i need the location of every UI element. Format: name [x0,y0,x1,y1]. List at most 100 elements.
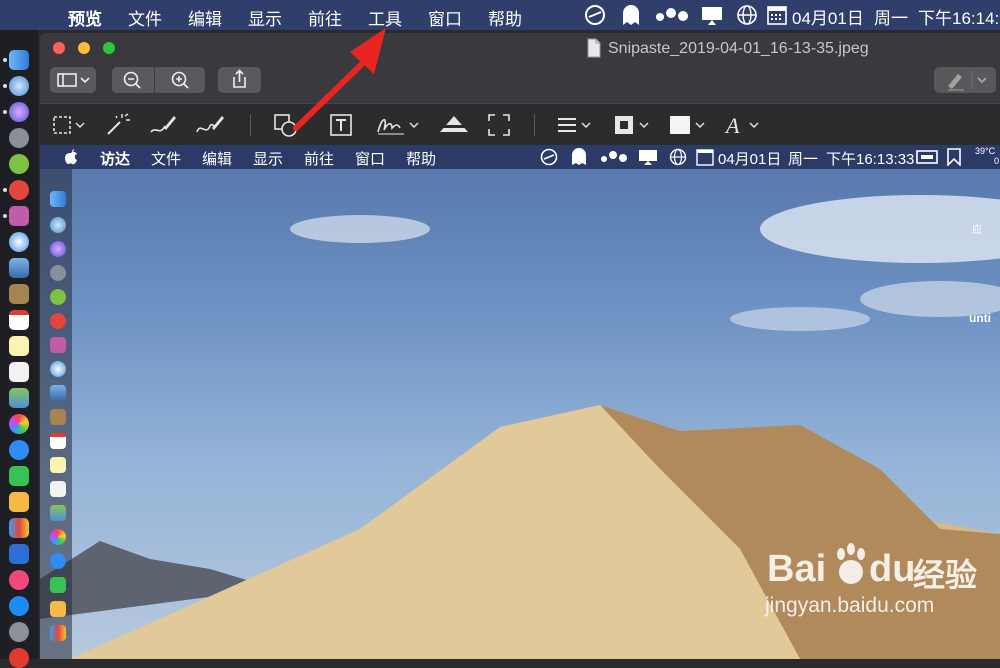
inner-menu-help: 帮助 [406,151,437,168]
annotation-arrow [293,28,386,131]
inner-ghost-icon [572,148,586,165]
keynote-icon[interactable] [9,544,29,564]
dots-status-icon[interactable] [655,6,689,24]
inner-menu-file: 文件 [151,151,182,168]
numbers-icon[interactable] [9,518,29,538]
zoom-out-button[interactable] [112,67,154,93]
inner-dock [40,169,72,659]
music-icon[interactable] [9,570,29,590]
border-color-icon[interactable] [612,112,654,138]
calendar-icon[interactable] [9,310,29,330]
siri-icon[interactable] [9,102,29,122]
close-button[interactable] [53,42,65,54]
inner-display-icon [639,150,657,165]
photos-icon[interactable] [9,414,29,434]
inner-ime-icon [916,150,938,164]
notes-icon[interactable] [9,336,29,356]
inner-calendar-app-icon [50,433,66,449]
app-store-globe-icon[interactable] [9,76,29,96]
inner-contacts-icon [50,409,66,425]
svg-text:A: A [724,113,740,138]
calendar-status-icon[interactable] [766,4,788,26]
launchpad-icon[interactable] [9,128,29,148]
system-preferences-icon[interactable] [9,622,29,642]
menu-edit[interactable]: 编辑 [188,5,222,30]
menu-help[interactable]: 帮助 [488,5,522,30]
menubar-weekday[interactable]: 周一 [874,4,908,29]
menubar-time[interactable]: 下午16:14: [918,4,999,29]
inner-apple-icon [65,149,77,165]
android-icon[interactable] [9,154,29,174]
inner-siri-icon [50,241,66,257]
facetime-icon[interactable] [9,466,29,486]
messages-icon[interactable] [9,440,29,460]
line-style-icon[interactable] [554,112,596,138]
instant-alpha-icon[interactable] [104,112,130,138]
title-bar: Snipaste_2019-04-01_16-13-35.jpeg [40,33,1000,63]
inner-facetime-icon [50,577,66,593]
running-indicator [3,214,7,218]
running-indicator [3,188,7,192]
menubar-date[interactable]: 04月01日 [792,4,864,29]
minimize-button[interactable] [78,42,90,54]
inner-dots-icon [601,151,627,162]
sketch-icon[interactable] [148,112,178,138]
zoom-in-button[interactable] [155,67,205,93]
ghost-status-icon[interactable] [620,3,642,27]
inner-temperature: 39°C [975,146,996,156]
inner-weekday: 周一 [788,151,819,168]
preview-icon[interactable] [9,258,29,278]
menu-app-preview[interactable]: 预览 [68,5,102,30]
main-toolbar [40,63,1000,103]
inner-menu-window: 窗口 [355,151,386,168]
globe-status-icon[interactable] [736,4,758,26]
watermark-url: jingyan.baidu.com [765,594,935,617]
running-indicator [3,58,7,62]
inner-menu-view: 显示 [253,151,284,168]
red-app-icon[interactable] [9,180,29,200]
inner-notes-icon [50,457,66,473]
inner-menu-edit: 编辑 [202,151,233,168]
inner-finder-icon [50,191,66,207]
inner-globe-icon [669,148,687,166]
zoom-button[interactable] [103,42,115,54]
dock [0,30,38,668]
maps-icon[interactable] [9,388,29,408]
adjust-color-icon[interactable] [438,112,470,138]
running-indicator [3,110,7,114]
sidebar-toggle-button[interactable] [50,67,96,93]
watermark-brand-cn: 经验 [913,557,978,593]
reminders-icon[interactable] [9,362,29,382]
adjust-size-icon[interactable] [486,112,512,138]
watermark-brand-du: du [869,548,916,590]
inner-compass-icon [540,148,558,166]
pages-icon[interactable] [9,492,29,512]
sidebar-icon [57,73,90,87]
menu-file[interactable]: 文件 [128,5,162,30]
menu-window[interactable]: 窗口 [428,5,462,30]
finder-icon[interactable] [9,50,29,70]
safari-icon[interactable] [9,232,29,252]
compass-status-icon[interactable] [584,4,606,26]
inner-preview-icon [50,385,66,401]
app-store-icon[interactable] [9,596,29,616]
menu-view[interactable]: 显示 [248,5,282,30]
markup-toolbar-button[interactable] [934,67,996,93]
disk-utility-icon[interactable] [9,206,29,226]
inner-disk-icon [50,337,66,353]
text-style-icon[interactable]: A [724,112,766,138]
inner-menu-finder: 访达 [100,151,131,168]
vivaldi-icon[interactable] [9,648,29,668]
inner-android-icon [50,289,66,305]
inner-reminders-icon [50,481,66,497]
menu-bar: 预览 文件 编辑 显示 前往 工具 窗口 帮助 04月01日 周一 下午16:1… [0,0,1000,30]
share-button[interactable] [218,67,261,93]
inner-calendar-icon [696,149,714,166]
draw-icon[interactable] [194,112,226,138]
inner-maps-icon [50,505,66,521]
contacts-icon[interactable] [9,284,29,304]
rect-selection-icon[interactable] [52,114,88,136]
desktop-file-label[interactable]: unti [969,311,991,325]
display-status-icon[interactable] [700,4,724,26]
fill-color-icon[interactable] [668,112,710,138]
